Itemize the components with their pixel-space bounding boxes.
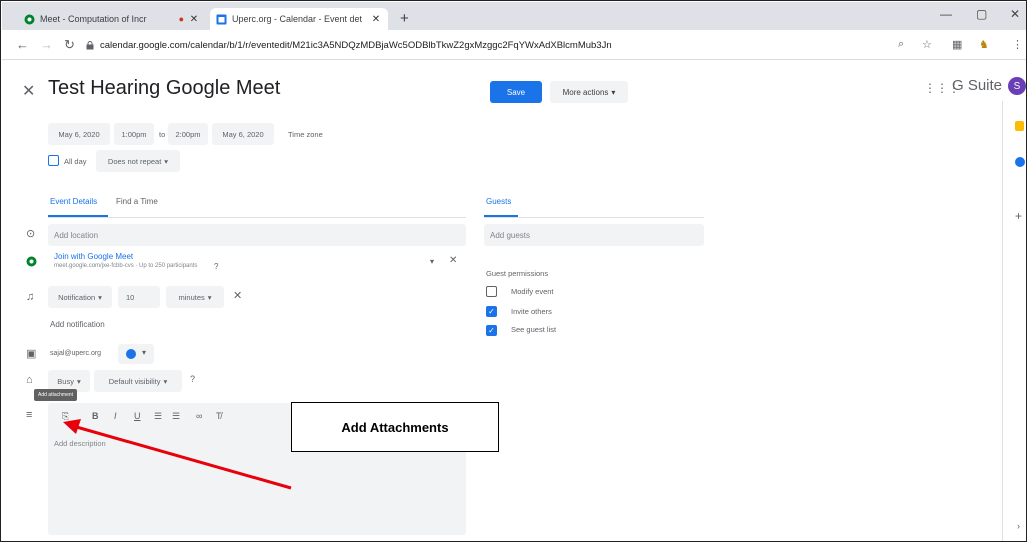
screenshot-frame: Meet - Computation of Incr ● ✕ Uperc.org… (0, 0, 1027, 542)
annotation-arrow (63, 419, 292, 490)
annotation-label: Add Attachments (341, 419, 449, 435)
annotation-callout: Add Attachments (291, 402, 499, 452)
